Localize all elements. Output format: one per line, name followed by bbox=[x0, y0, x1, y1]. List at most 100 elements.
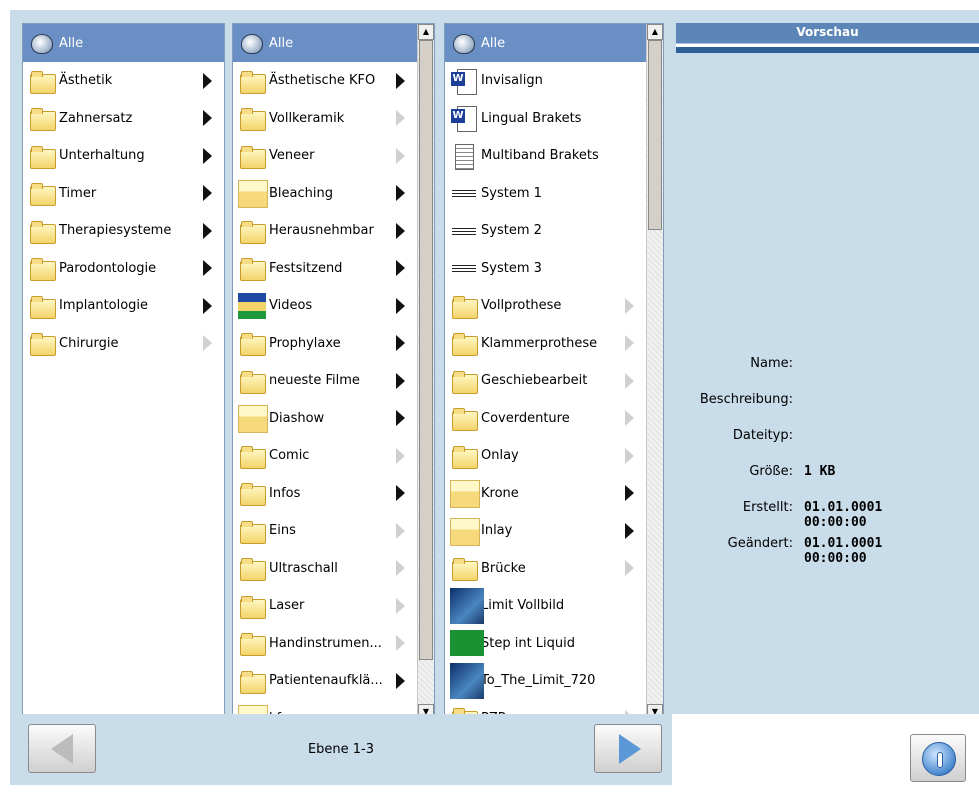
expand-arrow-icon[interactable] bbox=[625, 447, 634, 464]
expand-arrow-icon[interactable] bbox=[396, 110, 405, 127]
list-item[interactable]: Comic bbox=[233, 437, 417, 475]
scroll-up-button[interactable]: ▲ bbox=[418, 24, 434, 40]
list-item[interactable]: Step int Liquid bbox=[445, 625, 646, 663]
preview-field-value: 1 KB bbox=[804, 464, 836, 479]
list-item[interactable]: Eins bbox=[233, 512, 417, 550]
expand-arrow-icon[interactable] bbox=[396, 597, 405, 614]
expand-arrow-icon[interactable] bbox=[396, 335, 405, 352]
scroll-thumb[interactable] bbox=[648, 40, 662, 230]
list-item[interactable]: Infos bbox=[233, 475, 417, 513]
expand-arrow-icon[interactable] bbox=[625, 485, 634, 502]
expand-arrow-icon[interactable] bbox=[396, 72, 405, 89]
list-item[interactable]: Handinstrumen... bbox=[233, 625, 417, 663]
list-item[interactable]: Limit Vollbild bbox=[445, 587, 646, 625]
level-indicator: Ebene 1-3 bbox=[307, 742, 375, 757]
expand-arrow-icon[interactable] bbox=[203, 260, 212, 277]
folder-icon bbox=[237, 443, 266, 469]
list-item[interactable]: Zahnersatz bbox=[23, 100, 224, 138]
list-item[interactable]: System 1 bbox=[445, 175, 646, 213]
column-level-1[interactable]: Alle Ästhetik Zahnersatz Unterhaltung Timer T… bbox=[22, 23, 225, 721]
list-item[interactable]: Herausnehmbar bbox=[233, 212, 417, 250]
expand-arrow-icon[interactable] bbox=[396, 522, 405, 539]
expand-arrow-icon[interactable] bbox=[396, 560, 405, 577]
list-item[interactable]: Alle bbox=[23, 24, 224, 62]
expand-arrow-icon[interactable] bbox=[396, 297, 405, 314]
expand-arrow-icon[interactable] bbox=[396, 260, 405, 277]
list-item[interactable]: Therapiesysteme bbox=[23, 212, 224, 250]
list-item-label: Therapiesysteme bbox=[59, 223, 172, 239]
expand-arrow-icon[interactable] bbox=[396, 635, 405, 652]
list-item[interactable]: Unterhaltung bbox=[23, 137, 224, 175]
list-item[interactable]: Parodontologie bbox=[23, 250, 224, 288]
list-item[interactable]: Geschiebearbeit bbox=[445, 362, 646, 400]
folder-icon bbox=[237, 105, 266, 132]
list-item[interactable]: Klammerprothese bbox=[445, 325, 646, 363]
list-item[interactable]: Alle bbox=[445, 24, 646, 62]
folder-icon bbox=[27, 180, 56, 207]
column-2-scrollbar[interactable]: ▲ ▼ bbox=[417, 24, 434, 720]
next-level-button[interactable] bbox=[594, 724, 662, 773]
expand-arrow-icon[interactable] bbox=[203, 72, 212, 89]
list-item[interactable]: Vollprothese bbox=[445, 287, 646, 325]
expand-arrow-icon[interactable] bbox=[396, 185, 405, 202]
list-item[interactable]: To_The_Limit_720 bbox=[445, 662, 646, 700]
list-item[interactable]: Coverdenture bbox=[445, 400, 646, 438]
list-item[interactable]: Veneer bbox=[233, 137, 417, 175]
list-item[interactable]: Laser bbox=[233, 587, 417, 625]
list-item[interactable]: System 2 bbox=[445, 212, 646, 250]
info-button[interactable] bbox=[910, 734, 966, 782]
expand-arrow-icon[interactable] bbox=[625, 560, 634, 577]
expand-arrow-icon[interactable] bbox=[396, 147, 405, 164]
scroll-up-button[interactable]: ▲ bbox=[647, 24, 663, 40]
list-item-label: Vollkeramik bbox=[269, 110, 345, 126]
list-item[interactable]: Brücke bbox=[445, 550, 646, 588]
expand-arrow-icon[interactable] bbox=[396, 485, 405, 502]
column-3-scrollbar[interactable]: ▲ ▼ bbox=[646, 24, 663, 720]
preview-field: Name: bbox=[676, 356, 979, 392]
list-item[interactable]: Ästhetische KFO bbox=[233, 62, 417, 100]
list-item[interactable]: Patientenaufklä... bbox=[233, 662, 417, 700]
list-item[interactable]: Onlay bbox=[445, 437, 646, 475]
expand-arrow-icon[interactable] bbox=[203, 222, 212, 239]
list-item-label: System 1 bbox=[481, 185, 542, 201]
list-item[interactable]: Bleaching bbox=[233, 175, 417, 213]
column-browser: Alle Ästhetik Zahnersatz Unterhaltung Timer T… bbox=[10, 10, 672, 721]
expand-arrow-icon[interactable] bbox=[203, 110, 212, 127]
list-item[interactable]: neueste Filme bbox=[233, 362, 417, 400]
column-level-2[interactable]: Alle Ästhetische KFO Vollkeramik Veneer Blea… bbox=[232, 23, 435, 721]
expand-arrow-icon[interactable] bbox=[625, 410, 634, 427]
folder-icon bbox=[27, 105, 56, 132]
expand-arrow-icon[interactable] bbox=[396, 372, 405, 389]
list-item[interactable]: Lingual Brakets bbox=[445, 100, 646, 138]
expand-arrow-icon[interactable] bbox=[396, 672, 405, 689]
list-item[interactable]: Ästhetik bbox=[23, 62, 224, 100]
expand-arrow-icon[interactable] bbox=[396, 410, 405, 427]
expand-arrow-icon[interactable] bbox=[396, 447, 405, 464]
list-item[interactable]: Ultraschall bbox=[233, 550, 417, 588]
scroll-thumb[interactable] bbox=[419, 40, 433, 660]
list-item[interactable]: Alle bbox=[233, 24, 417, 62]
list-item[interactable]: Vollkeramik bbox=[233, 100, 417, 138]
list-item[interactable]: Festsitzend bbox=[233, 250, 417, 288]
list-item[interactable]: Implantologie bbox=[23, 287, 224, 325]
list-item[interactable]: Diashow bbox=[233, 400, 417, 438]
expand-arrow-icon[interactable] bbox=[203, 335, 212, 352]
list-item[interactable]: Prophylaxe bbox=[233, 325, 417, 363]
expand-arrow-icon[interactable] bbox=[396, 222, 405, 239]
list-item[interactable]: Videos bbox=[233, 287, 417, 325]
column-level-3[interactable]: Alle Invisalign Lingual Brakets Multiband B… bbox=[444, 23, 664, 721]
expand-arrow-icon[interactable] bbox=[203, 185, 212, 202]
list-item[interactable]: Multiband Brakets bbox=[445, 137, 646, 175]
list-item[interactable]: Krone bbox=[445, 475, 646, 513]
list-item[interactable]: Timer bbox=[23, 175, 224, 213]
list-item[interactable]: Chirurgie bbox=[23, 325, 224, 363]
list-item[interactable]: Invisalign bbox=[445, 62, 646, 100]
expand-arrow-icon[interactable] bbox=[203, 147, 212, 164]
expand-arrow-icon[interactable] bbox=[625, 372, 634, 389]
list-item[interactable]: System 3 bbox=[445, 250, 646, 288]
expand-arrow-icon[interactable] bbox=[625, 335, 634, 352]
list-item[interactable]: Inlay bbox=[445, 512, 646, 550]
expand-arrow-icon[interactable] bbox=[625, 522, 634, 539]
expand-arrow-icon[interactable] bbox=[203, 297, 212, 314]
expand-arrow-icon[interactable] bbox=[625, 297, 634, 314]
